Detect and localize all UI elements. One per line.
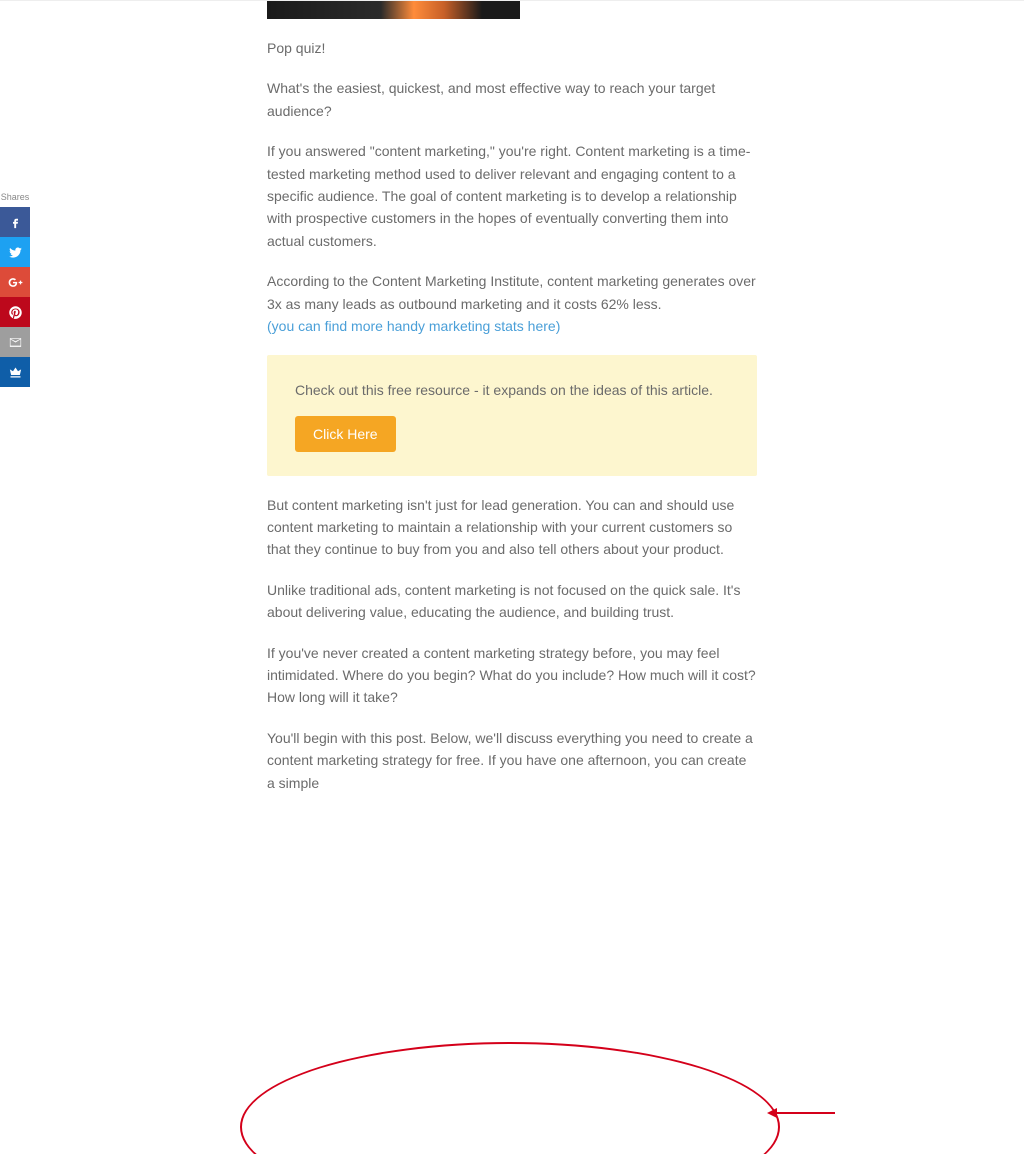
paragraph-text: According to the Content Marketing Insti…: [267, 273, 756, 311]
paragraph: If you've never created a content market…: [267, 642, 757, 709]
annotation-ellipse: [240, 1042, 780, 1154]
paragraph: You'll begin with this post. Below, we'l…: [267, 727, 757, 794]
paragraph: According to the Content Marketing Insti…: [267, 270, 757, 337]
click-here-button[interactable]: Click Here: [295, 416, 396, 452]
paragraph: But content marketing isn't just for lea…: [267, 494, 757, 561]
paragraph: If you answered "content marketing," you…: [267, 140, 757, 252]
share-label: Shares: [0, 190, 30, 204]
crown-icon: [8, 365, 23, 380]
callout-text: Check out this free resource - it expand…: [295, 379, 729, 401]
googleplus-icon: [8, 275, 23, 290]
paragraph: What's the easiest, quickest, and most e…: [267, 77, 757, 122]
facebook-icon: [8, 215, 23, 230]
hero-image: [267, 1, 520, 19]
share-sumo-button[interactable]: [0, 357, 30, 387]
callout-box: Check out this free resource - it expand…: [267, 355, 757, 475]
paragraph: Pop quiz!: [267, 37, 757, 59]
email-icon: [8, 335, 23, 350]
twitter-icon: [8, 245, 23, 260]
article: Pop quiz! What's the easiest, quickest, …: [267, 1, 757, 794]
share-pinterest-button[interactable]: [0, 297, 30, 327]
share-facebook-button[interactable]: [0, 207, 30, 237]
paragraph: Unlike traditional ads, content marketin…: [267, 579, 757, 624]
pinterest-icon: [8, 305, 23, 320]
marketing-stats-link[interactable]: (you can find more handy marketing stats…: [267, 318, 560, 334]
share-googleplus-button[interactable]: [0, 267, 30, 297]
share-sidebar: Shares: [0, 190, 30, 387]
annotation-arrow: [775, 1112, 835, 1114]
share-twitter-button[interactable]: [0, 237, 30, 267]
share-email-button[interactable]: [0, 327, 30, 357]
